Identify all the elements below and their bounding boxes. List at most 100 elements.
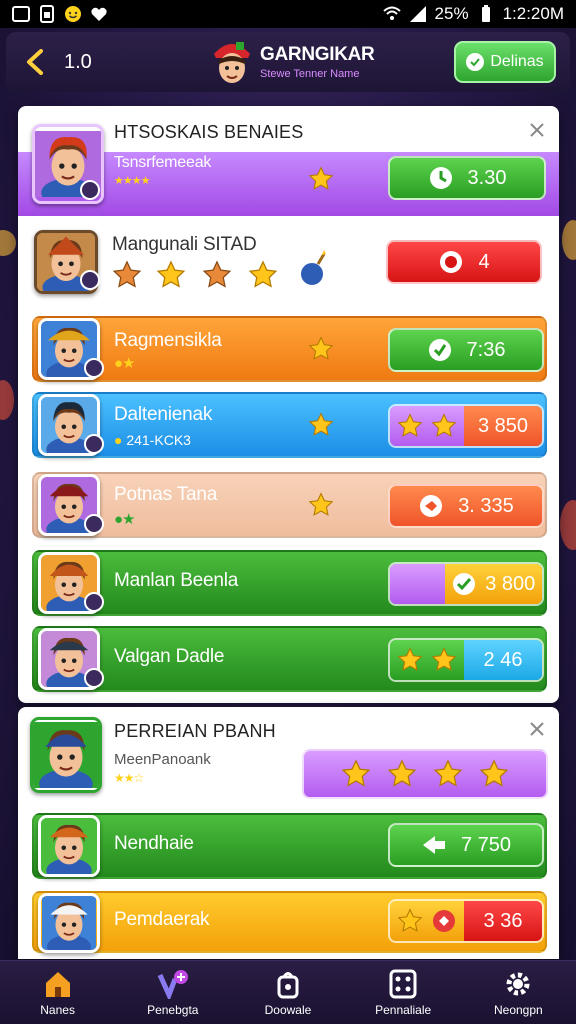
list-item[interactable]: Manlan Beenla 3 800 — [32, 550, 547, 616]
score-value-segment: 3 850 — [464, 406, 542, 446]
side-decoration — [560, 500, 576, 550]
level-badge — [80, 180, 100, 200]
list-item[interactable]: Mangunali SITAD 4 — [32, 226, 547, 294]
second-panel: PERREIAN PBANH MeenPanoank ★★☆ Nendhaie … — [18, 707, 559, 959]
nav-label: Pennaliale — [375, 1002, 432, 1017]
score-button[interactable]: 3 850 — [388, 404, 544, 448]
list-item[interactable]: Ragmensikla ●★ 7:36 — [32, 316, 547, 382]
score-value: 7:36 — [466, 338, 506, 361]
star-icon — [397, 908, 423, 934]
score-button[interactable]: 3.30 — [388, 156, 546, 200]
score-button[interactable]: 4 — [386, 240, 542, 284]
star-icon — [397, 647, 423, 673]
star-reward-button[interactable] — [302, 749, 548, 799]
sim-icon — [38, 5, 56, 23]
rating-stars: ★★★★ — [114, 175, 150, 187]
record-icon — [440, 251, 463, 273]
star-icon — [397, 413, 423, 439]
star-icon — [156, 260, 186, 290]
player-name: Daltenienak — [114, 404, 213, 425]
nav-rewards[interactable]: Penebgta — [125, 969, 221, 1017]
star-icon — [387, 759, 417, 789]
score-button[interactable]: 7:36 — [388, 328, 544, 372]
side-decoration — [0, 230, 16, 256]
list-item[interactable]: Daltenienak ● 241-KCK3 3 850 — [32, 392, 547, 458]
player-tag: ● 241-KCK3 — [114, 432, 191, 448]
send-icon — [422, 836, 445, 854]
back-button[interactable] — [20, 42, 50, 82]
star-icon — [433, 759, 463, 789]
score-button[interactable]: 7 750 — [388, 823, 544, 867]
header-action-button[interactable]: Delinas — [454, 41, 556, 83]
chevron-left-icon — [27, 49, 43, 75]
score-value: 3 36 — [483, 909, 523, 932]
close-icon[interactable] — [529, 122, 545, 138]
player-name: Pemdaerak — [114, 909, 210, 930]
nav-games[interactable]: Pennaliale — [355, 969, 451, 1017]
avatar — [38, 893, 100, 953]
star-icon — [479, 759, 509, 789]
score-button[interactable]: 2 46 — [388, 638, 544, 682]
refresh-icon — [420, 495, 443, 517]
player-name: Tsnsrfemeeak — [114, 154, 212, 171]
game-logo: GARNGIKAR Stewe Tenner Name — [210, 38, 375, 86]
score-button[interactable]: 3. 335 — [388, 484, 544, 528]
side-decoration — [0, 380, 14, 420]
logo-subtitle: Stewe Tenner Name — [260, 68, 360, 80]
star-reward — [390, 640, 465, 680]
list-item[interactable]: Nendhaie 7 750 — [32, 813, 547, 879]
level-badge — [84, 514, 104, 534]
star-icon — [431, 647, 457, 673]
check-circle-icon — [453, 573, 476, 595]
wifi-icon — [382, 5, 401, 23]
battery-icon — [477, 5, 495, 23]
leaderboard-panel: HTSOSKAIS BENAIES Tsnsrfemeeak ★★★★ 3.30… — [18, 106, 559, 703]
score-value-segment: 3 800 — [444, 564, 542, 604]
timer-icon — [429, 167, 452, 189]
nav-label: Doowale — [264, 1002, 312, 1017]
player-name: Ragmensikla — [114, 330, 222, 351]
close-icon[interactable] — [529, 721, 545, 737]
gear-icon — [506, 972, 530, 995]
star-icon — [308, 336, 334, 362]
star-icon — [308, 166, 334, 192]
list-item[interactable]: Potnas Tana ●★ 3. 335 — [32, 472, 547, 538]
nav-home[interactable]: Nanes — [10, 969, 106, 1017]
level-badge — [84, 668, 104, 688]
star-reward — [390, 406, 465, 446]
star-icon — [308, 412, 334, 438]
list-item[interactable]: Tsnsrfemeeak ★★★★ 3.30 — [18, 124, 559, 216]
star-icon — [431, 413, 457, 439]
nav-label: Neongpn — [493, 1002, 543, 1017]
gallery-icon — [12, 5, 30, 23]
player-name: Valgan Dadle — [114, 646, 225, 667]
score-button[interactable]: 3 36 — [388, 899, 544, 943]
star-icon — [202, 260, 232, 290]
score-value: 3. 335 — [458, 494, 514, 517]
nav-shop[interactable]: Doowale — [240, 969, 336, 1017]
star-icon — [248, 260, 278, 290]
star-icon — [308, 492, 334, 518]
home-icon — [45, 971, 70, 997]
list-item[interactable]: Pemdaerak 3 36 — [32, 891, 547, 953]
avatar — [38, 815, 100, 877]
nav-label: Nanes — [40, 1002, 75, 1017]
clock-time: 1:2:20M — [502, 4, 564, 23]
nav-settings[interactable]: Neongpn — [470, 969, 566, 1017]
status-bar: 25% 1:2:20M — [0, 0, 576, 28]
panel-title: HTSOSKAIS BENAIES — [114, 122, 304, 142]
app-header: 1.0 GARNGIKAR Stewe Tenner Name Delinas — [6, 32, 570, 92]
score-value-segment: 3 36 — [464, 901, 542, 941]
timer-icon — [428, 339, 451, 361]
dice-icon — [389, 969, 417, 998]
list-item[interactable]: Valgan Dadle 2 46 — [32, 626, 547, 692]
rating-stars: ★★☆ — [114, 771, 144, 785]
progress-segment — [390, 564, 445, 604]
level-badge — [80, 270, 100, 290]
player-name: Manlan Beenla — [114, 570, 239, 591]
star-icon — [341, 759, 371, 789]
player-name: Mangunali SITAD — [112, 234, 257, 255]
battery-percent: 25% — [434, 4, 469, 23]
score-button[interactable]: 3 800 — [388, 562, 544, 606]
score-value: 2 46 — [483, 648, 523, 671]
